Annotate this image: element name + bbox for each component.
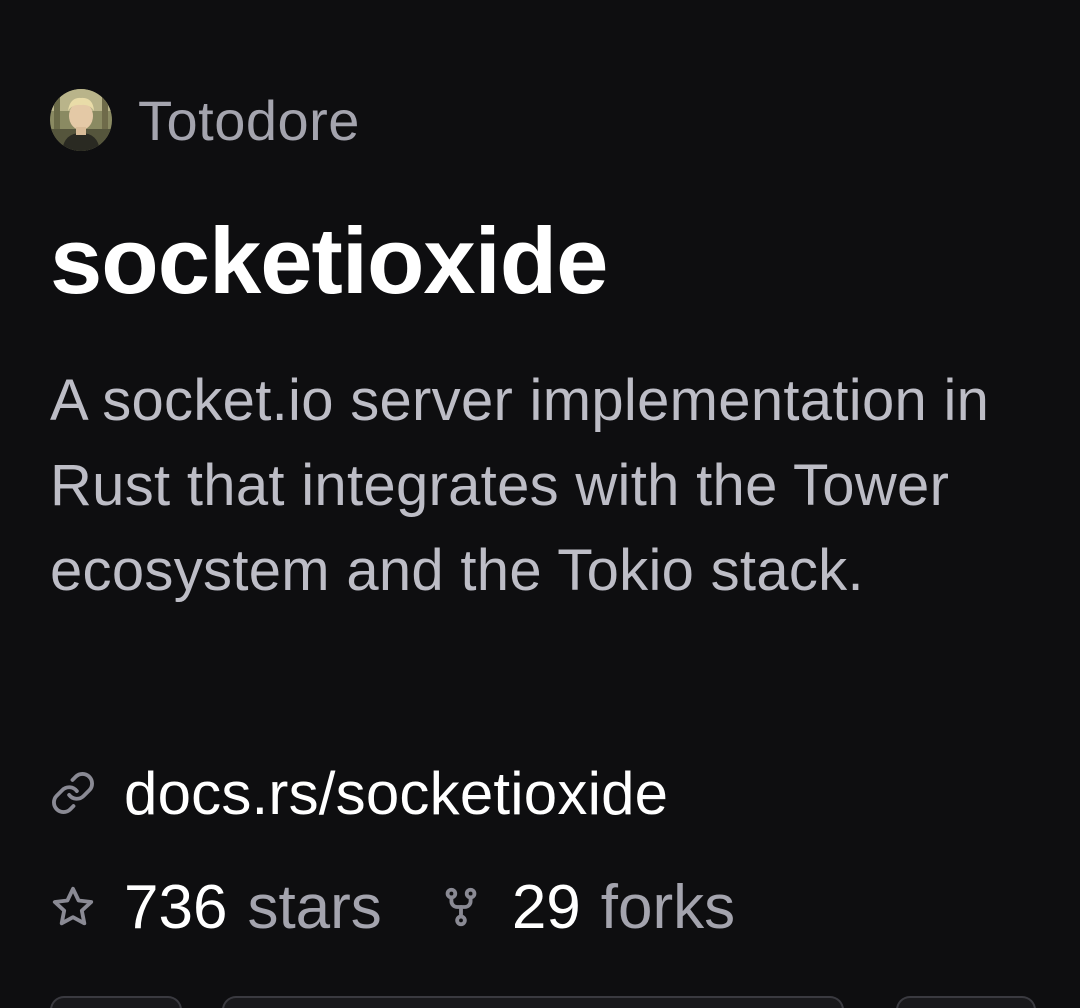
partial-button[interactable] [896, 996, 1036, 1008]
stars-count: 736 [124, 872, 228, 942]
repo-description: A socket.io server implementation in Rus… [50, 368, 990, 603]
avatar-image [50, 89, 112, 151]
bottom-buttons-strip [0, 996, 1080, 1008]
website-link[interactable]: docs.rs/socketioxide [124, 759, 668, 828]
stars-stat[interactable]: 736 stars [50, 872, 382, 943]
partial-button[interactable] [50, 996, 182, 1008]
stars-label: stars [247, 872, 382, 942]
forks-stat[interactable]: 29 forks [438, 872, 735, 943]
repo-title[interactable]: socketioxide [50, 205, 608, 317]
owner-row[interactable]: Totodore [50, 88, 360, 153]
website-row[interactable]: docs.rs/socketioxide [50, 758, 668, 828]
owner-avatar[interactable] [50, 89, 112, 151]
star-icon [50, 884, 96, 930]
owner-name[interactable]: Totodore [138, 88, 360, 153]
forks-count: 29 [511, 872, 581, 942]
partial-button[interactable] [222, 996, 844, 1008]
link-icon [50, 770, 96, 816]
stats-row: 736 stars 29 forks [50, 872, 735, 942]
forks-label: forks [600, 872, 736, 942]
repo-card: Totodore socketioxide A socket.io server… [0, 0, 1080, 1008]
fork-icon [438, 884, 484, 930]
